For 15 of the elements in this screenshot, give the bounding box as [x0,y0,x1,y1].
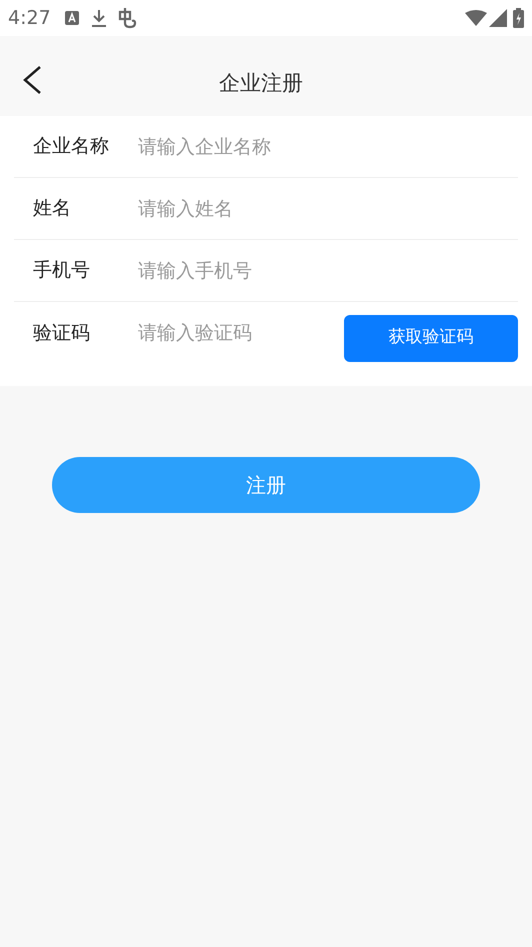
field-label: 手机号 [32,258,91,284]
bug-icon [116,7,139,29]
field-label: 企业名称 [32,134,110,160]
signal-icon [489,9,507,27]
register-button[interactable]: 注册 [52,457,480,513]
app-notification-icon [64,11,79,25]
back-icon[interactable] [22,65,42,95]
status-time: 4:27 [8,6,51,31]
field-label: 验证码 [32,320,91,346]
get-code-button[interactable]: 获取验证码 [344,314,518,362]
battery-icon [513,8,524,28]
field-label: 姓名 [32,196,72,222]
wifi-icon [465,10,487,26]
download-icon [90,9,107,27]
page-title: 企业注册 [219,70,304,97]
